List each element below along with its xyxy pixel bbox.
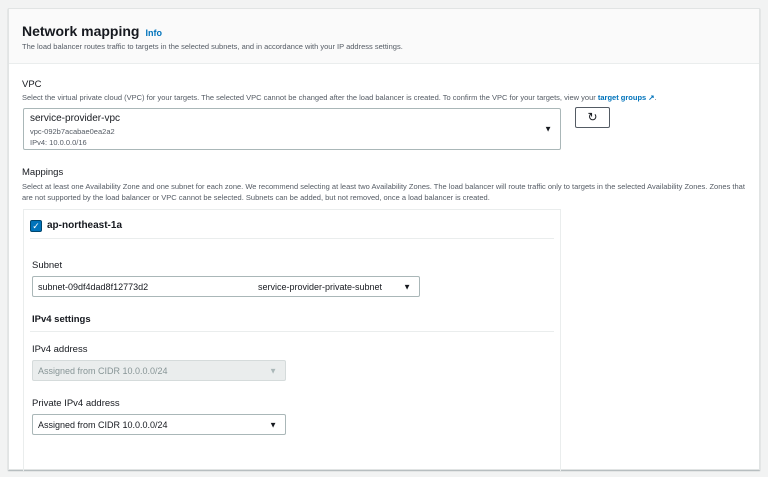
vpc-description-text: Select the virtual private cloud (VPC) f… xyxy=(22,93,596,102)
page-title: Network mapping Info xyxy=(22,23,162,39)
ipv4-address-label: IPv4 address xyxy=(32,344,88,355)
panel-header: Network mapping Info The load balancer ro… xyxy=(9,9,759,64)
mappings-description: Select at least one Availability Zone an… xyxy=(22,182,745,202)
caret-down-icon: ▼ xyxy=(269,420,277,429)
caret-down-icon: ▼ xyxy=(403,282,411,291)
divider xyxy=(30,331,554,332)
vpc-select[interactable]: service-provider-vpc vpc-092b7acabae0ea2… xyxy=(23,108,561,150)
private-ipv4-select[interactable]: Assigned from CIDR 10.0.0.0/24 ▼ xyxy=(32,414,286,435)
target-groups-link[interactable]: target groups xyxy=(598,93,646,102)
caret-down-icon: ▼ xyxy=(269,366,277,375)
zone-checkbox[interactable]: ✓ xyxy=(30,220,42,232)
subnet-id: subnet-09df4dad8f12773d2 xyxy=(38,282,149,292)
network-mapping-panel: Network mapping Info The load balancer ro… xyxy=(8,8,760,471)
ipv4-address-value: Assigned from CIDR 10.0.0.0/24 xyxy=(38,366,168,376)
vpc-name: service-provider-vpc xyxy=(30,113,121,124)
external-link-icon[interactable]: ↗ xyxy=(648,93,654,102)
zone-name: ap-northeast-1a xyxy=(47,220,123,231)
divider xyxy=(30,238,554,239)
ipv4-address-select: Assigned from CIDR 10.0.0.0/24 ▼ xyxy=(32,360,286,381)
vpc-cidr: IPv4: 10.0.0.0/16 xyxy=(30,138,87,147)
caret-down-icon: ▼ xyxy=(544,124,552,134)
title-text: Network mapping xyxy=(22,23,140,39)
mappings-label: Mappings xyxy=(22,167,64,178)
private-ipv4-value: Assigned from CIDR 10.0.0.0/24 xyxy=(38,420,168,430)
subnet-name: service-provider-private-subnet xyxy=(258,282,383,292)
vpc-label: VPC xyxy=(22,79,42,90)
refresh-button[interactable]: ↻ xyxy=(575,107,610,128)
info-link[interactable]: Info xyxy=(145,28,162,38)
vpc-id: vpc-092b7acabae0ea2a2 xyxy=(30,127,115,136)
vpc-description: Select the virtual private cloud (VPC) f… xyxy=(22,93,657,102)
ipv4-settings-heading: IPv4 settings xyxy=(32,314,91,325)
subnet-label: Subnet xyxy=(32,260,63,271)
subnet-select[interactable]: subnet-09df4dad8f12773d2 service-provide… xyxy=(32,276,420,297)
refresh-icon: ↻ xyxy=(587,110,598,124)
zone-box: ✓ ap-northeast-1a Subnet subnet-09df4dad… xyxy=(23,209,561,471)
private-ipv4-label: Private IPv4 address xyxy=(32,398,120,409)
header-description: The load balancer routes traffic to targ… xyxy=(22,42,403,51)
